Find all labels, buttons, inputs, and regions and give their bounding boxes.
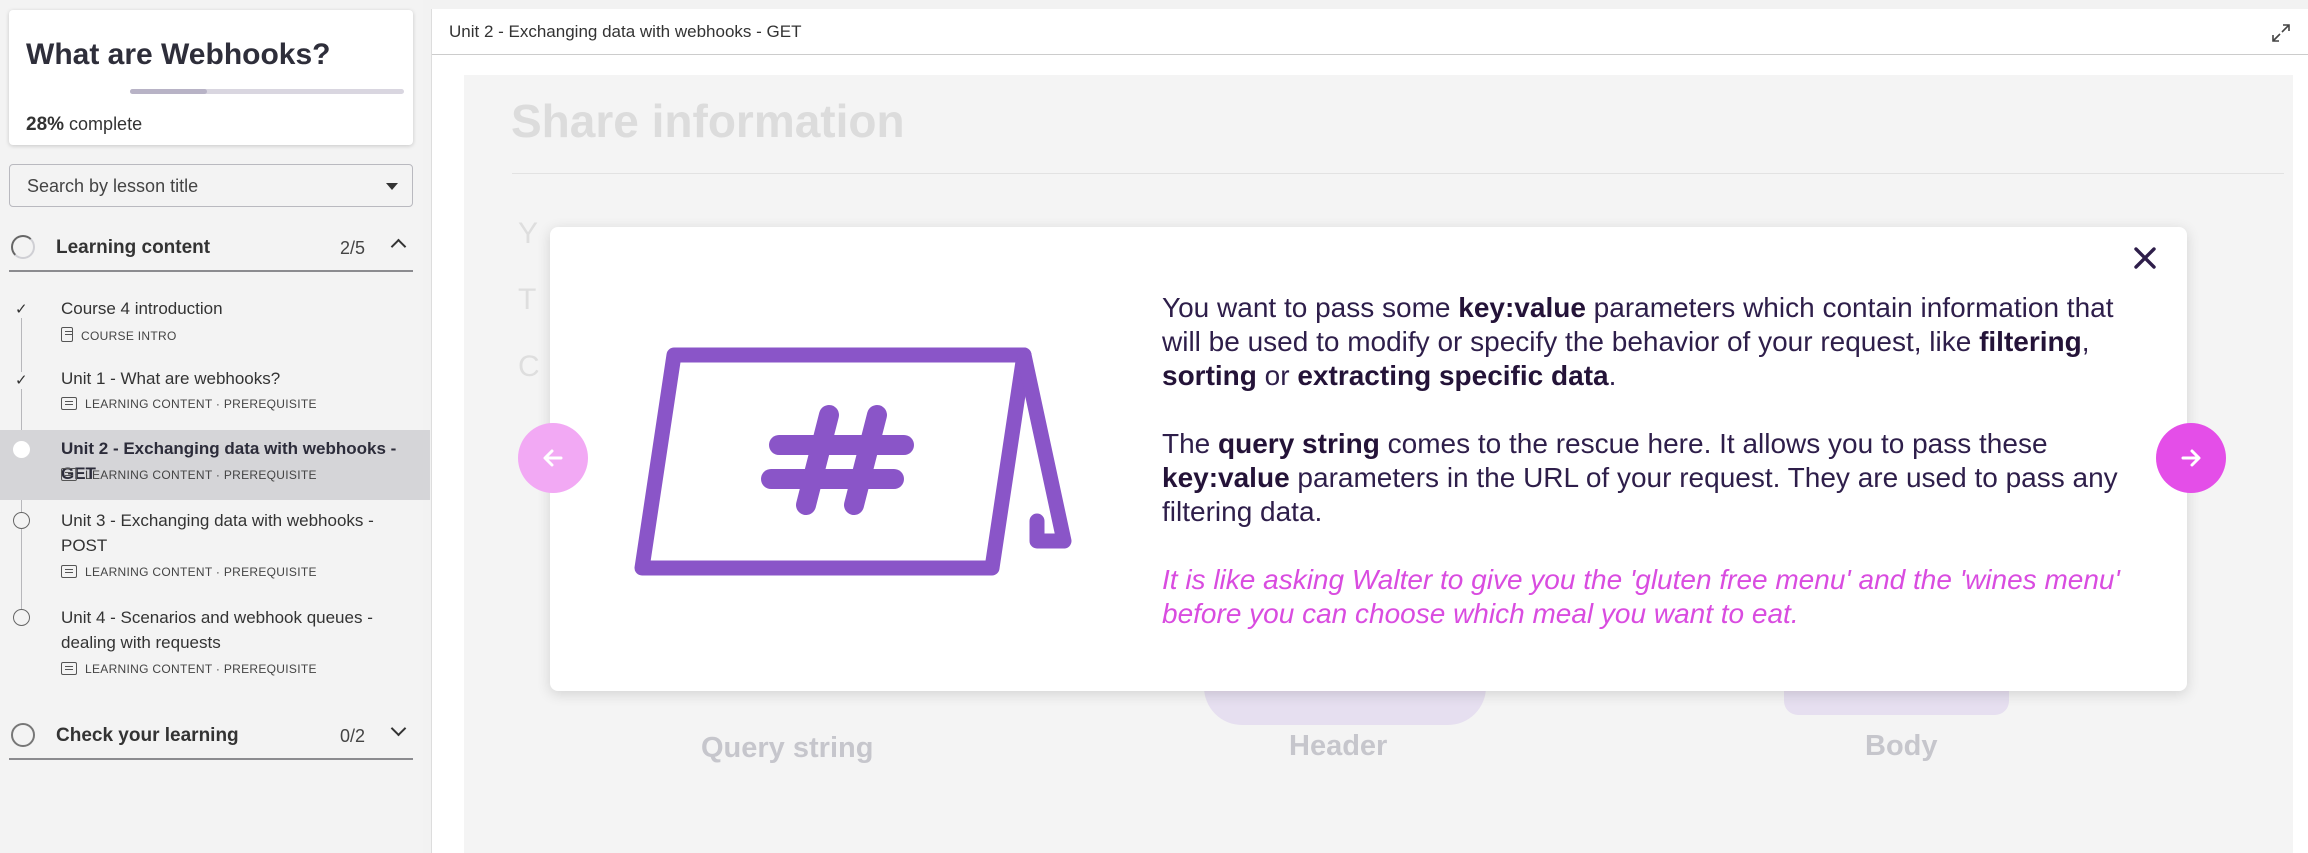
background-pill — [1784, 687, 2009, 715]
background-label-body: Body — [1865, 730, 1938, 762]
check-icon: ✓ — [15, 372, 28, 389]
expand-icon[interactable] — [2271, 23, 2291, 43]
lesson-item-unit-2[interactable]: Unit 2 - Exchanging data with webhooks -… — [0, 430, 430, 500]
lesson-topbar: Unit 2 - Exchanging data with webhooks -… — [432, 9, 2308, 55]
progress-percent: 28% — [26, 114, 65, 135]
paragraph-query-string: The query string comes to the rescue her… — [1162, 428, 2118, 527]
section-learning-content[interactable]: Learning content 2/5 — [9, 222, 413, 272]
paragraph-key-value: You want to pass some key:value paramete… — [1162, 292, 2114, 391]
section-progress-icon — [11, 723, 35, 747]
info-modal: You want to pass some key:value paramete… — [550, 227, 2187, 691]
background-label-query-string: Query string — [701, 732, 874, 764]
slide-heading: Share information — [511, 95, 905, 147]
lesson-meta: COURSE INTRO — [61, 327, 177, 343]
arrow-right-icon — [2181, 449, 2201, 467]
lesson-meta: LEARNING CONTENT · PREREQUISITE — [61, 468, 317, 482]
dropdown-caret-icon — [386, 183, 398, 190]
paragraph-analogy: It is like asking Walter to give you the… — [1162, 564, 2120, 629]
section-title: Check your learning — [56, 725, 239, 746]
slides-icon — [61, 468, 77, 481]
lesson-status-icon — [13, 512, 30, 529]
lesson-name: Unit 4 - Scenarios and webhook queues - … — [61, 608, 373, 652]
lesson-item-unit-3[interactable]: Unit 3 - Exchanging data with webhooks -… — [0, 508, 430, 598]
document-icon — [61, 327, 73, 342]
background-text-fragment: Y — [518, 217, 539, 250]
lesson-status-icon — [13, 441, 30, 458]
course-title: What are Webhooks? — [26, 38, 331, 71]
next-slide-button[interactable] — [2156, 423, 2226, 493]
lesson-meta: LEARNING CONTENT · PREREQUISITE — [61, 662, 317, 676]
modal-body: You want to pass some key:value paramete… — [1162, 291, 2122, 665]
background-label-header: Header — [1289, 730, 1388, 762]
chevron-down-icon[interactable] — [390, 720, 407, 737]
lesson-meta: LEARNING CONTENT · PREREQUISITE — [61, 565, 317, 579]
course-summary-card: What are Webhooks? 28% complete — [9, 10, 413, 145]
section-title: Learning content — [56, 237, 211, 258]
background-text-fragment: T — [518, 283, 537, 316]
progress-fill — [130, 89, 207, 94]
previous-slide-button[interactable] — [518, 423, 588, 493]
progress-suffix: complete — [69, 114, 143, 134]
lesson-search-select[interactable]: Search by lesson title — [9, 164, 413, 207]
arrow-left-icon — [543, 449, 563, 467]
slides-icon — [61, 397, 77, 410]
lesson-item-unit-1[interactable]: ✓ Unit 1 - What are webhooks? LEARNING C… — [0, 366, 430, 424]
chevron-up-icon[interactable] — [390, 238, 407, 255]
hashtag-sign-icon — [634, 347, 1072, 576]
background-pill — [1204, 687, 1486, 725]
lesson-name: Course 4 introduction — [61, 299, 223, 318]
section-check-your-learning[interactable]: Check your learning 0/2 — [9, 710, 413, 760]
lesson-name: Unit 1 - What are webhooks? — [61, 369, 281, 388]
section-progress-icon — [11, 235, 35, 259]
progress-text: 28% complete — [26, 114, 142, 136]
progress-bar — [130, 89, 404, 94]
slides-icon — [61, 662, 77, 675]
background-text-fragment: C — [518, 350, 540, 383]
slide-divider — [512, 173, 2284, 174]
lesson-item-unit-4[interactable]: Unit 4 - Scenarios and webhook queues - … — [0, 605, 430, 695]
lesson-status-icon — [13, 609, 30, 626]
section-count: 0/2 — [340, 726, 366, 746]
lesson-title: Unit 2 - Exchanging data with webhooks -… — [449, 22, 802, 41]
lesson-search-placeholder: Search by lesson title — [27, 176, 199, 196]
slides-icon — [61, 565, 77, 578]
lesson-meta: LEARNING CONTENT · PREREQUISITE — [61, 397, 317, 411]
section-count: 2/5 — [340, 238, 366, 258]
close-icon[interactable] — [2127, 240, 2163, 276]
lesson-name: Unit 3 - Exchanging data with webhooks -… — [61, 511, 374, 555]
course-sidebar: What are Webhooks? 28% complete Search b… — [0, 0, 430, 853]
lesson-item-course-intro[interactable]: ✓ Course 4 introduction COURSE INTRO — [0, 296, 430, 354]
check-icon: ✓ — [15, 301, 28, 318]
